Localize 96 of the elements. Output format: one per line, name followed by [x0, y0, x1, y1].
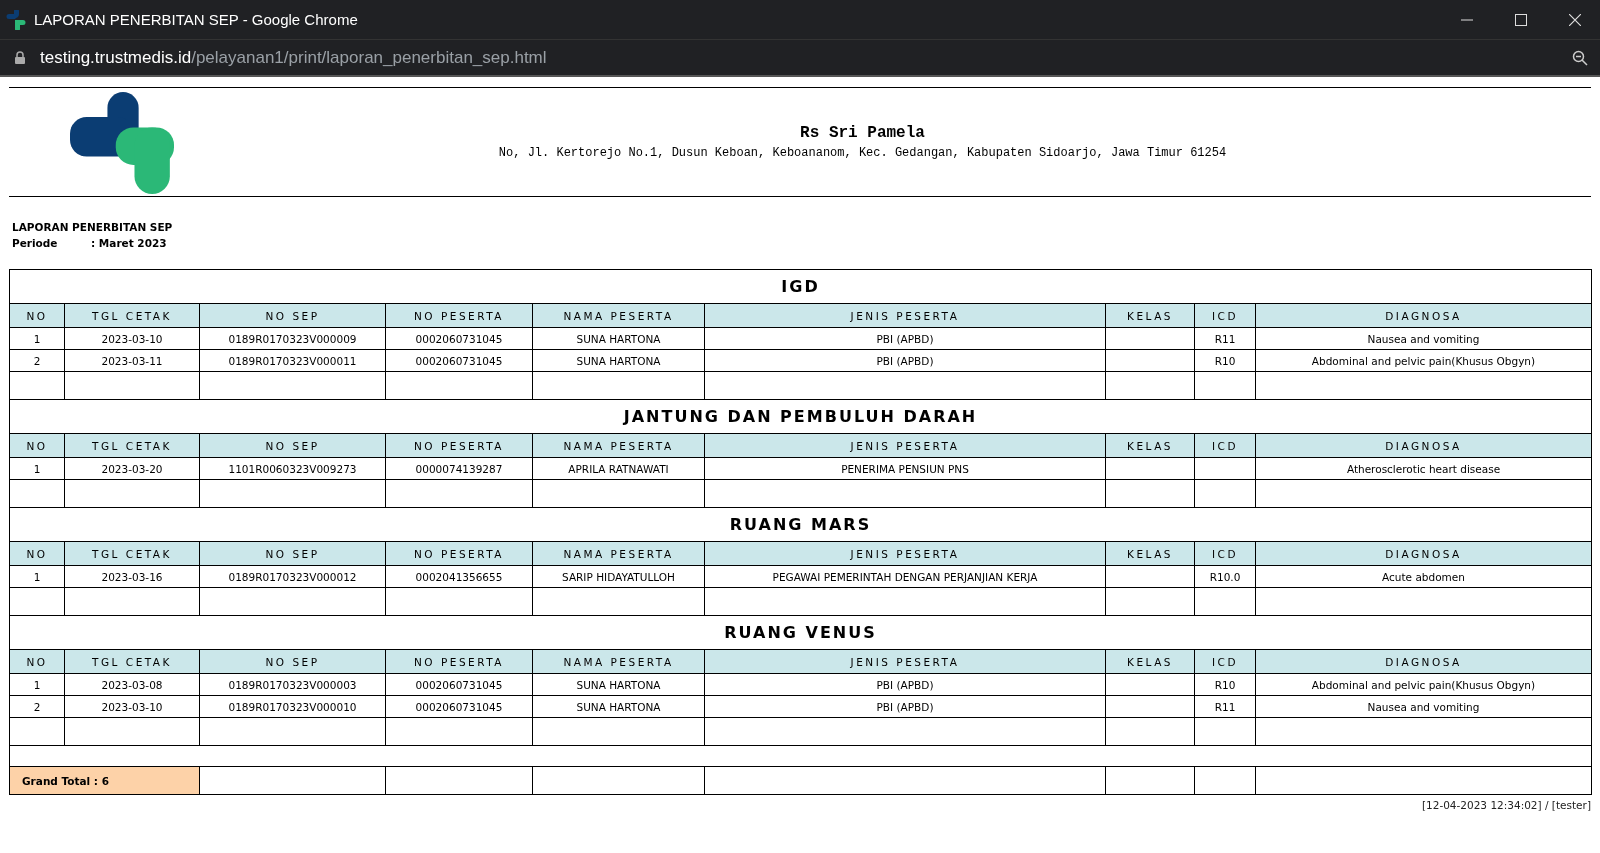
table-cell: R10 [1194, 349, 1256, 372]
column-header: NAMA PESERTA [532, 433, 705, 458]
close-icon [1569, 13, 1581, 26]
table-cell: PEGAWAI PEMERINTAH DENGAN PERJANJIAN KERJA [704, 565, 1106, 588]
report-title: LAPORAN PENERBITAN SEP [12, 220, 174, 235]
column-header: NO SEP [199, 541, 386, 566]
section-title: RUANG MARS [9, 507, 1592, 542]
table-cell: 0189R0170323V000009 [199, 327, 386, 350]
print-timestamp: [12-04-2023 12:34:02] / [tester] [1421, 799, 1591, 811]
section-title: JANTUNG DAN PEMBULUH DARAH [9, 399, 1592, 434]
table-cell: 2023-03-11 [64, 349, 200, 372]
zoom-icon[interactable] [1572, 49, 1588, 66]
column-header: NO PESERTA [385, 541, 533, 566]
column-header: TGL CETAK [64, 433, 200, 458]
table-cell: R11 [1194, 327, 1256, 350]
column-header: JENIS PESERTA [704, 541, 1106, 566]
column-header: DIAGNOSA [1255, 303, 1592, 328]
period-value: : Maret 2023 [91, 237, 167, 249]
table-cell: 2 [9, 349, 65, 372]
table-cell: R10 [1194, 673, 1256, 696]
column-header: TGL CETAK [64, 303, 200, 328]
app-logo-icon [6, 9, 26, 30]
table-cell: 2 [9, 695, 65, 718]
column-header: DIAGNOSA [1255, 433, 1592, 458]
table-cell: R11 [1194, 695, 1256, 718]
table-cell: Nausea and vomiting [1255, 695, 1592, 718]
column-header: NO [9, 541, 65, 566]
hospital-address: No, Jl. Kertorejo No.1, Dusun Keboan, Keboananom, Kec. Gedangan, Kabupaten Sidoarjo, Jawa Timur 61254 [497, 146, 1228, 160]
column-header: NO SEP [199, 433, 386, 458]
column-header: NAMA PESERTA [532, 541, 705, 566]
column-header: NAMA PESERTA [532, 649, 705, 674]
table-cell: SUNA HARTONA [532, 349, 705, 372]
table-cell: 0189R0170323V000012 [199, 565, 386, 588]
window-title: LAPORAN PENERBITAN SEP - Google Chrome [34, 11, 359, 28]
period-label: Periode [12, 236, 59, 251]
table-cell: PBI (APBD) [704, 349, 1106, 372]
column-header: NO SEP [199, 303, 386, 328]
table-cell: 0002060731045 [385, 673, 533, 696]
column-header: KELAS [1105, 649, 1195, 674]
column-header: JENIS PESERTA [704, 649, 1106, 674]
table-cell: 2023-03-08 [64, 673, 200, 696]
table-cell: 0002060731045 [385, 349, 533, 372]
table-cell: 0189R0170323V000010 [199, 695, 386, 718]
table-cell: Abdominal and pelvic pain(Khusus Obgyn) [1255, 673, 1592, 696]
table-cell: 2023-03-10 [64, 327, 200, 350]
column-header: JENIS PESERTA [704, 433, 1106, 458]
table-cell: Atherosclerotic heart disease [1255, 457, 1592, 480]
table-cell: PBI (APBD) [704, 673, 1106, 696]
column-header: NAMA PESERTA [532, 303, 705, 328]
column-header: NO [9, 303, 65, 328]
column-header: KELAS [1105, 303, 1195, 328]
column-header: DIAGNOSA [1255, 541, 1592, 566]
table-cell: SUNA HARTONA [532, 695, 705, 718]
table-cell: R10.0 [1194, 565, 1256, 588]
hospital-name: Rs Sri Pamela [799, 124, 926, 142]
table-cell: 1 [9, 565, 65, 588]
grand-total: Grand Total : 6 [9, 766, 200, 795]
column-header: NO [9, 433, 65, 458]
table-cell: PBI (APBD) [704, 327, 1106, 350]
table-cell: 2023-03-10 [64, 695, 200, 718]
table-cell: 0189R0170323V000003 [199, 673, 386, 696]
column-header: NO SEP [199, 649, 386, 674]
table-cell: 2023-03-20 [64, 457, 200, 480]
table-cell: 0002041356655 [385, 565, 533, 588]
column-header: NO PESERTA [385, 433, 533, 458]
column-header: NO PESERTA [385, 303, 533, 328]
table-cell: PBI (APBD) [704, 695, 1106, 718]
table-cell: 0002060731045 [385, 327, 533, 350]
section-title: IGD [9, 269, 1592, 304]
column-header: TGL CETAK [64, 541, 200, 566]
table-cell: 1101R0060323V009273 [199, 457, 386, 480]
table-cell: Abdominal and pelvic pain(Khusus Obgyn) [1255, 349, 1592, 372]
table-cell: 0002060731045 [385, 695, 533, 718]
table-cell: 1 [9, 673, 65, 696]
column-header: TGL CETAK [64, 649, 200, 674]
table-cell: PENERIMA PENSIUN PNS [704, 457, 1106, 480]
column-header: DIAGNOSA [1255, 649, 1592, 674]
column-header: JENIS PESERTA [704, 303, 1106, 328]
table-cell: 1 [9, 457, 65, 480]
table-cell: 2023-03-16 [64, 565, 200, 588]
column-header: KELAS [1105, 541, 1195, 566]
table-cell: SUNA HARTONA [532, 673, 705, 696]
table-cell: Acute abdomen [1255, 565, 1592, 588]
table-cell: 1 [9, 327, 65, 350]
table-cell: 0189R0170323V000011 [199, 349, 386, 372]
table-cell: APRILA RATNAWATI [532, 457, 705, 480]
lock-icon [15, 51, 25, 64]
column-header: NO [9, 649, 65, 674]
table-cell: SARIP HIDAYATULLOH [532, 565, 705, 588]
table-cell: SUNA HARTONA [532, 327, 705, 350]
table-cell: 0000074139287 [385, 457, 533, 480]
column-header: KELAS [1105, 433, 1195, 458]
section-title: RUANG VENUS [9, 615, 1592, 650]
column-header: NO PESERTA [385, 649, 533, 674]
table-cell: Nausea and vomiting [1255, 327, 1592, 350]
maximize-icon [1515, 13, 1527, 26]
